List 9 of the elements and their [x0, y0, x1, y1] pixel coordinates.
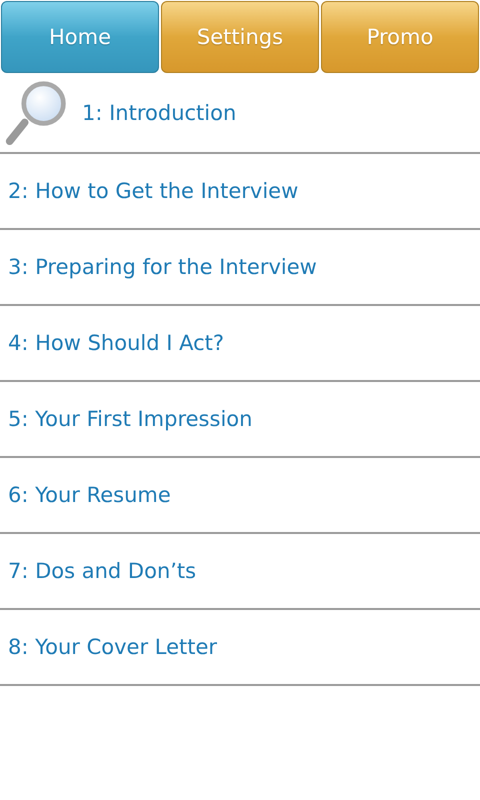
- chapter-title[interactable]: 5: Your First Impression: [8, 407, 252, 431]
- tab[interactable]: Home: [1, 1, 159, 73]
- chapter-title[interactable]: 6: Your Resume: [8, 483, 171, 507]
- chapter-title[interactable]: 3: Preparing for the Interview: [8, 255, 317, 279]
- chapter-title[interactable]: 1: Introduction: [82, 100, 236, 124]
- chapter-title[interactable]: 7: Dos and Don’ts: [8, 559, 196, 583]
- chapter-title[interactable]: 8: Your Cover Letter: [8, 635, 218, 659]
- chapter-title[interactable]: 2: How to Get the Interview: [8, 179, 298, 203]
- chapter-title[interactable]: 4: How Should I Act?: [8, 331, 224, 355]
